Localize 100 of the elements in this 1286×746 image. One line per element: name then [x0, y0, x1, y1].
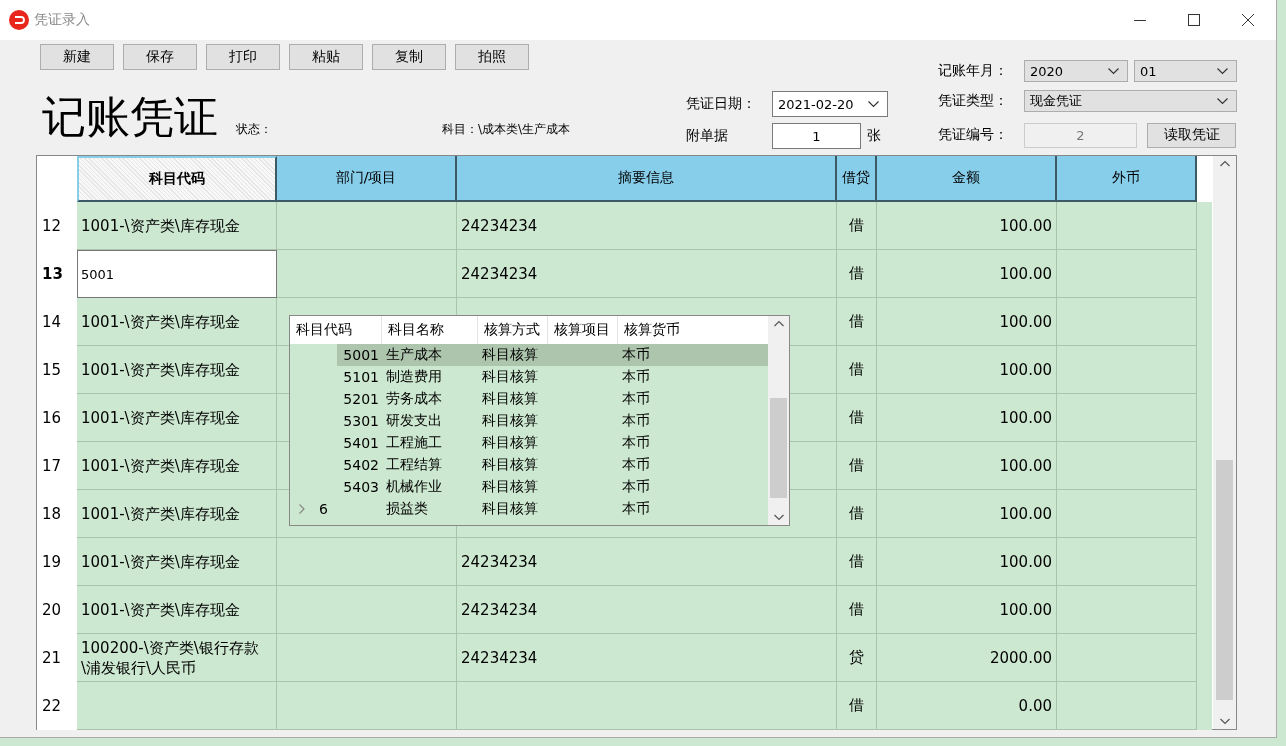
table-cell: 借: [837, 394, 877, 442]
table-cell: 研发支出: [386, 412, 442, 430]
table-cell: 100.00: [877, 298, 1057, 346]
table-cell: 工程施工: [386, 434, 442, 452]
lookup-row[interactable]: 5402 工程结算 科目核算 本币: [290, 454, 768, 476]
chevron-down-icon: [1108, 67, 1119, 75]
table-cell: 本币: [622, 456, 650, 474]
input-field[interactable]: 1: [772, 123, 861, 149]
account-code: 5201: [343, 391, 379, 407]
column-header: 科目名称: [382, 316, 478, 344]
column-header[interactable]: 摘要信息: [457, 156, 837, 202]
table-cell: 工程结算: [386, 456, 442, 474]
close-icon[interactable]: [1241, 13, 1255, 27]
cell-editor-field[interactable]: 5001: [77, 250, 277, 298]
table-cell: 科目核算: [482, 478, 538, 496]
lookup-row[interactable]: 5401 工程施工 科目核算 本币: [290, 432, 768, 454]
table-cell: 借: [837, 538, 877, 586]
table-cell: 24234234: [457, 586, 837, 634]
table-cell: 24234234: [457, 634, 837, 682]
dropdown[interactable]: 01: [1134, 60, 1237, 82]
lookup-row[interactable]: 5403 机械作业 科目核算 本币: [290, 476, 768, 498]
account-code: 5101: [343, 369, 379, 385]
table-cell: 1001-\资产类\库存现金: [77, 586, 277, 634]
toolbar-button[interactable]: 拍照: [455, 44, 529, 70]
lookup-row[interactable]: 5301 研发支出 科目核算 本币: [290, 410, 768, 432]
table-cell: 借: [837, 346, 877, 394]
grid-filler: [1197, 682, 1212, 730]
column-header[interactable]: 金额: [877, 156, 1057, 202]
table-cell: 借: [837, 298, 877, 346]
table-cell: 本币: [622, 368, 650, 386]
account-code: 5402: [343, 457, 379, 473]
lookup-row[interactable]: 5101 制造费用 科目核算 本币: [290, 366, 768, 388]
field-label: 凭证类型：: [938, 92, 1009, 110]
account-code: 6: [319, 501, 328, 517]
table-cell: 1001-\资产类\库存现金: [77, 298, 277, 346]
table-cell: 1001-\资产类\库存现金: [77, 442, 277, 490]
dropdown[interactable]: 现金凭证: [1024, 90, 1237, 112]
table-cell: 科目核算: [482, 500, 538, 518]
table-cell: 本币: [622, 390, 650, 408]
table-cell: 0.00: [877, 682, 1057, 730]
column-header: 核算方式: [478, 316, 548, 344]
table-cell: 机械作业: [386, 478, 442, 496]
toolbar-button[interactable]: 保存: [123, 44, 197, 70]
scroll-up-icon[interactable]: [1219, 160, 1230, 167]
scroll-down-icon[interactable]: [1219, 718, 1230, 725]
column-header: 核算货币: [618, 316, 768, 344]
dropdown[interactable]: 2020: [1024, 60, 1128, 82]
voucher-heading: 记账凭证: [42, 90, 218, 144]
subject-path: 科目：\成本类\生产成本: [442, 121, 571, 138]
table-cell: 科目核算: [482, 346, 538, 364]
field-label: 记账年月：: [938, 62, 1009, 80]
dropdown[interactable]: 2021-02-20: [772, 91, 888, 117]
table-cell: 100.00: [877, 202, 1057, 250]
table-cell: 借: [837, 442, 877, 490]
column-header[interactable]: 科目代码: [77, 156, 277, 202]
table-cell: 100.00: [877, 490, 1057, 538]
table-cell: 贷: [837, 634, 877, 682]
column-header[interactable]: 部门/项目: [277, 156, 457, 202]
table-cell: 1001-\资产类\库存现金: [77, 346, 277, 394]
window-title: 凭证录入: [34, 11, 90, 29]
table-cell: 本币: [622, 500, 650, 518]
column-header[interactable]: 外币: [1057, 156, 1197, 202]
table-cell: 科目核算: [482, 412, 538, 430]
toolbar-button[interactable]: 新建: [40, 44, 114, 70]
toolbar-button[interactable]: 粘贴: [289, 44, 363, 70]
unit-label: 张: [867, 127, 881, 145]
table-cell: 本币: [622, 478, 650, 496]
lookup-row[interactable]: 5201 劳务成本 科目核算 本币: [290, 388, 768, 410]
table-cell: 24234234: [457, 202, 837, 250]
chevron-down-icon: [1217, 67, 1228, 75]
account-code: 5001: [343, 347, 379, 363]
table-cell: 制造费用: [386, 368, 442, 386]
toolbar-button[interactable]: 打印: [206, 44, 280, 70]
scroll-down-icon[interactable]: [773, 514, 784, 521]
toolbar-button[interactable]: 复制: [372, 44, 446, 70]
scroll-up-icon[interactable]: [773, 320, 784, 327]
column-header: 核算项目: [548, 316, 618, 344]
column-header[interactable]: 借贷: [837, 156, 877, 202]
table-cell: 100.00: [877, 250, 1057, 298]
scroll-thumb[interactable]: [770, 398, 787, 498]
table-cell: 科目核算: [482, 390, 538, 408]
table-cell: 科目核算: [482, 456, 538, 474]
app-logo-icon: [9, 10, 29, 30]
chevron-right-icon[interactable]: [299, 504, 305, 514]
account-code: 5401: [343, 435, 379, 451]
grid-filler: [1197, 202, 1212, 250]
table-cell: 借: [837, 586, 877, 634]
maximize-icon[interactable]: [1187, 13, 1201, 27]
scroll-thumb[interactable]: [1216, 460, 1233, 700]
scrollbar[interactable]: [1213, 156, 1236, 729]
lookup-row[interactable]: 6 损益类 科目核算 本币: [290, 498, 768, 520]
table-cell: 1001-\资产类\库存现金: [77, 394, 277, 442]
field-label: 凭证日期：: [686, 95, 757, 113]
scrollbar[interactable]: [768, 316, 789, 525]
read-voucher-button[interactable]: 读取凭证: [1147, 122, 1236, 148]
column-header: 科目代码: [290, 316, 382, 344]
table-cell: 劳务成本: [386, 390, 442, 408]
table-cell: 100.00: [877, 538, 1057, 586]
table-cell: 1001-\资产类\库存现金: [77, 538, 277, 586]
table-cell: 本币: [622, 412, 650, 430]
